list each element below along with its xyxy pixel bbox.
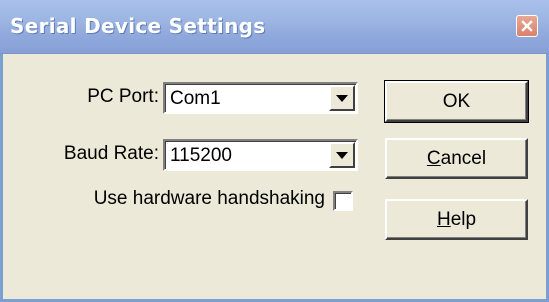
baud-rate-dropdown-button[interactable] (329, 142, 355, 168)
close-button[interactable] (516, 15, 538, 37)
pc-port-value: Com1 (170, 88, 221, 109)
ok-button-label: OK (442, 90, 471, 112)
window-title: Serial Device Settings (10, 14, 266, 38)
title-bar[interactable]: Serial Device Settings (0, 0, 549, 54)
pc-port-dropdown-button[interactable] (329, 85, 355, 111)
pc-port-select[interactable]: Com1 (163, 82, 358, 114)
help-label-rest: elp (450, 208, 477, 230)
cancel-button[interactable]: Cancel (385, 138, 528, 179)
chevron-down-icon (336, 146, 348, 164)
cancel-mnemonic: C (426, 147, 441, 169)
chevron-down-icon (336, 89, 348, 107)
help-button-label: Help (437, 209, 476, 231)
ok-button[interactable]: OK (384, 80, 529, 123)
help-button[interactable]: Help (385, 199, 528, 240)
baud-rate-select[interactable]: 115200 (163, 139, 358, 171)
baud-rate-label: Baud Rate: (63, 143, 159, 164)
hardware-handshaking-label: Use hardware handshaking (93, 188, 325, 209)
baud-rate-value: 115200 (170, 145, 232, 166)
cancel-label-rest: ancel (440, 147, 487, 169)
cancel-button-label: Cancel (427, 148, 486, 170)
hardware-handshaking-checkbox[interactable] (333, 191, 353, 211)
close-icon (521, 20, 533, 32)
help-mnemonic: H (436, 208, 451, 230)
pc-port-label: PC Port: (87, 86, 159, 107)
serial-device-settings-dialog: Serial Device Settings PC Port: Com1 Bau… (0, 0, 549, 302)
